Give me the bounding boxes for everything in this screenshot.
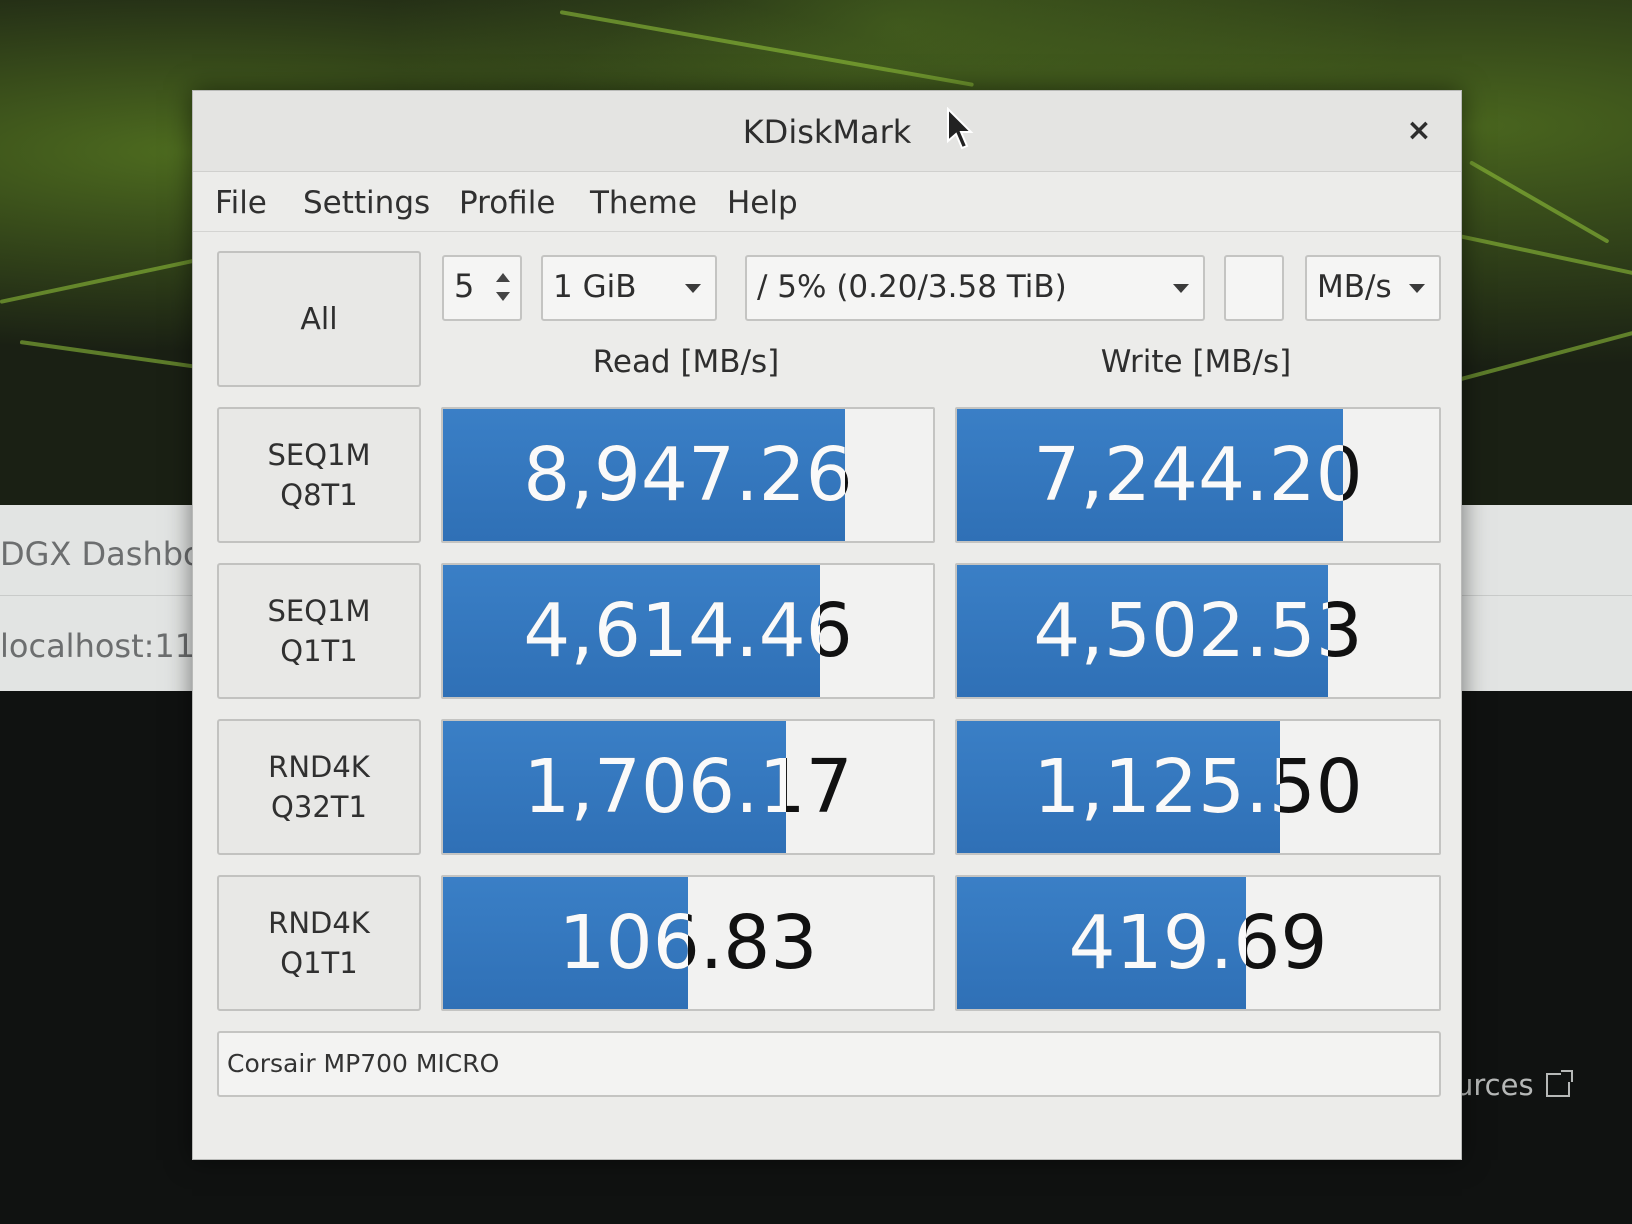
test-button-seq1m-q8t1[interactable]: SEQ1M Q8T1 — [217, 407, 421, 543]
device-name: Corsair MP700 MICRO — [227, 1049, 500, 1078]
menu-file[interactable]: File — [215, 185, 267, 221]
result-value-overlay: 106.83 — [558, 900, 688, 986]
mouse-cursor-icon — [947, 107, 974, 150]
external-link-icon — [1545, 1070, 1573, 1097]
menu-help[interactable]: Help — [727, 185, 798, 221]
menu-settings[interactable]: Settings — [303, 185, 430, 221]
background-tab-title: DGX Dashboa — [0, 535, 223, 573]
background-link: urces — [1455, 1068, 1573, 1102]
test-label-line2: Q32T1 — [271, 790, 367, 824]
runs-value: 5 — [454, 267, 475, 305]
test-label-line1: RND4K — [268, 906, 370, 940]
size-value: 1 GiB — [553, 269, 637, 305]
test-label-line2: Q1T1 — [280, 946, 358, 980]
size-combobox[interactable]: 1 GiB — [541, 255, 717, 321]
read-result: 4,614.46 4,614.46 — [441, 563, 935, 699]
write-result: 1,125.50 1,125.50 — [955, 719, 1441, 855]
titlebar[interactable]: KDiskMark × — [193, 91, 1461, 172]
test-button-seq1m-q1t1[interactable]: SEQ1M Q1T1 — [217, 563, 421, 699]
write-result: 419.69 419.69 — [955, 875, 1441, 1011]
read-result: 106.83 106.83 — [441, 875, 935, 1011]
result-value-overlay: 1,706.17 — [523, 744, 786, 830]
result-value-overlay: 419.69 — [1068, 900, 1247, 986]
test-button-rnd4k-q32t1[interactable]: RND4K Q32T1 — [217, 719, 421, 855]
read-result: 1,706.17 1,706.17 — [441, 719, 935, 855]
dropdown-arrow-icon — [685, 284, 701, 293]
window-title: KDiskMark — [742, 113, 912, 151]
menubar: File Settings Profile Theme Help — [193, 171, 1461, 232]
test-label-line1: SEQ1M — [267, 594, 371, 628]
test-label-line2: Q1T1 — [280, 634, 358, 668]
unit-combobox[interactable]: MB/s — [1305, 255, 1441, 321]
write-result: 7,244.20 7,244.20 — [955, 407, 1441, 543]
unit-value: MB/s — [1317, 269, 1392, 305]
kdiskmark-window: KDiskMark × File Settings Profile Theme … — [192, 90, 1462, 1160]
result-value-overlay: 1,125.50 — [1033, 744, 1280, 830]
blank-button[interactable] — [1224, 255, 1284, 321]
dropdown-arrow-icon — [1409, 284, 1425, 293]
result-value-overlay: 4,614.46 — [523, 588, 821, 674]
all-button[interactable]: All — [217, 251, 421, 387]
write-header: Write [MB/s] — [1100, 344, 1292, 380]
result-value-overlay: 4,502.53 — [1033, 588, 1328, 674]
device-name-field[interactable]: Corsair MP700 MICRO — [217, 1031, 1441, 1097]
runs-spinbox[interactable]: 5 — [442, 255, 522, 321]
read-result: 8,947.26 8,947.26 — [441, 407, 935, 543]
close-icon[interactable]: × — [1401, 113, 1437, 149]
test-label-line2: Q8T1 — [280, 478, 358, 512]
target-value: / 5% (0.20/3.58 TiB) — [757, 269, 1067, 305]
background-url: localhost:110 — [0, 627, 216, 665]
menu-profile[interactable]: Profile — [459, 185, 555, 221]
spin-down-icon — [496, 292, 510, 301]
test-label-line1: SEQ1M — [267, 438, 371, 472]
test-button-rnd4k-q1t1[interactable]: RND4K Q1T1 — [217, 875, 421, 1011]
spin-up-icon — [496, 273, 510, 282]
test-label-line1: RND4K — [268, 750, 370, 784]
dropdown-arrow-icon — [1173, 284, 1189, 293]
target-combobox[interactable]: / 5% (0.20/3.58 TiB) — [745, 255, 1205, 321]
read-header: Read [MB/s] — [592, 344, 780, 380]
result-value-overlay: 8,947.26 — [523, 432, 845, 518]
spin-arrows[interactable] — [492, 263, 514, 311]
result-value-overlay: 7,244.20 — [1033, 432, 1343, 518]
write-result: 4,502.53 4,502.53 — [955, 563, 1441, 699]
menu-theme[interactable]: Theme — [590, 185, 697, 221]
